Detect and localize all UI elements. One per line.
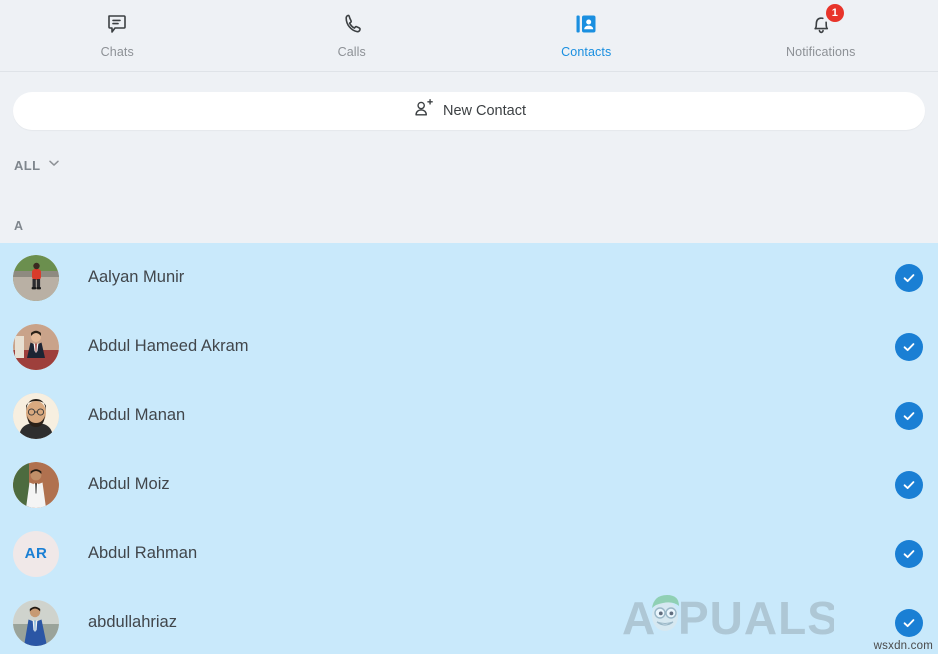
filter-all-label: ALL — [14, 158, 41, 173]
avatar-initials: AR — [24, 545, 48, 562]
contacts-app: Chats Calls Contacts 1 Notifications New… — [0, 0, 938, 654]
avatar: AR — [13, 530, 59, 577]
avatar — [13, 254, 59, 301]
contact-selected-check-icon[interactable] — [895, 401, 923, 430]
tab-notifications-label: Notifications — [786, 45, 856, 59]
tab-calls[interactable]: Calls — [235, 0, 470, 72]
avatar — [13, 323, 59, 370]
new-contact-label: New Contact — [442, 103, 526, 119]
person-plus-icon — [412, 98, 434, 125]
contact-selected-check-icon[interactable] — [895, 332, 923, 361]
contact-selected-check-icon[interactable] — [895, 470, 923, 499]
filter-all-dropdown[interactable]: ALL — [14, 156, 61, 175]
contact-name: Abdul Moiz — [88, 475, 170, 493]
tab-calls-label: Calls — [337, 45, 366, 59]
tab-chats-label: Chats — [100, 45, 134, 59]
phone-handset-icon — [340, 11, 364, 37]
contact-selected-check-icon[interactable] — [895, 608, 923, 637]
tab-notifications[interactable]: 1 Notifications — [704, 0, 938, 72]
table-row[interactable]: Abdul Hameed Akram — [0, 312, 938, 381]
contact-name: Abdul Rahman — [88, 544, 198, 562]
chat-bubble-icon — [105, 11, 129, 37]
table-row[interactable]: abdullahriaz — [0, 588, 938, 654]
tab-contacts-label: Contacts — [561, 45, 612, 59]
top-navigation-bar: Chats Calls Contacts 1 Notifications — [0, 0, 938, 72]
wsxdn-credit: wsxdn.com — [873, 640, 933, 652]
avatar — [13, 599, 59, 646]
contact-card-icon — [574, 11, 598, 37]
bell-icon: 1 — [809, 4, 844, 37]
contact-name: Abdul Hameed Akram — [88, 337, 249, 355]
avatar — [13, 392, 59, 439]
new-contact-button[interactable]: New Contact — [13, 92, 925, 130]
contact-list[interactable]: Aalyan Munir Abdul Hameed Akram Abdul Ma… — [0, 243, 938, 654]
table-row[interactable]: AR Abdul Rahman — [0, 519, 938, 588]
contact-selected-check-icon[interactable] — [895, 263, 923, 292]
avatar — [13, 461, 59, 508]
contact-name: Abdul Manan — [88, 406, 186, 424]
contact-selected-check-icon[interactable] — [895, 539, 923, 568]
tab-chats[interactable]: Chats — [0, 0, 235, 72]
tab-contacts[interactable]: Contacts — [469, 0, 704, 72]
contact-name: Aalyan Munir — [88, 268, 185, 286]
table-row[interactable]: Abdul Manan — [0, 381, 938, 450]
table-row[interactable]: Aalyan Munir — [0, 243, 938, 312]
notifications-badge: 1 — [825, 4, 844, 22]
table-row[interactable]: Abdul Moiz — [0, 450, 938, 519]
chevron-down-icon — [47, 156, 61, 175]
section-header-letter: A — [14, 219, 24, 233]
contact-name: abdullahriaz — [88, 613, 177, 631]
